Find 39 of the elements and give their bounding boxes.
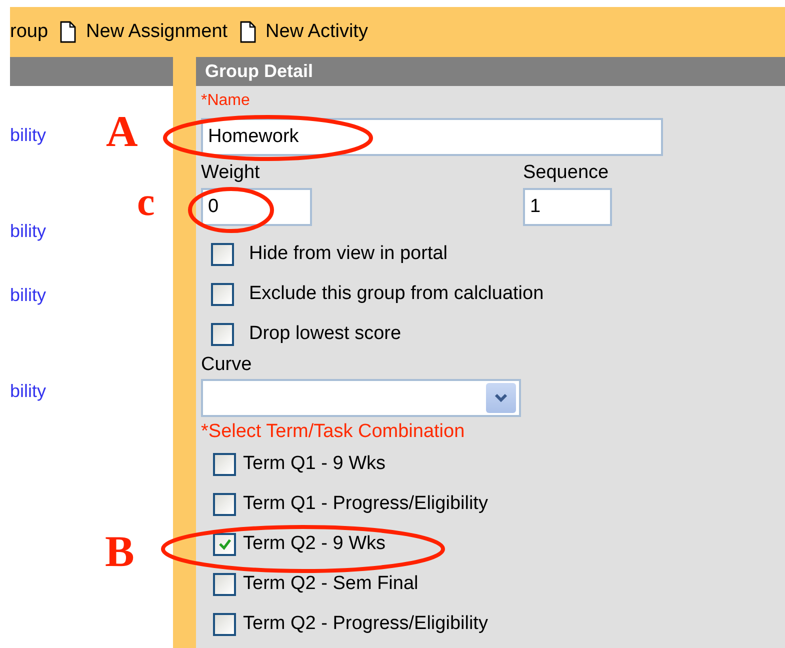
checkbox-label: Term Q2 - 9 Wks (243, 533, 386, 555)
panel-header: Group Detail (196, 57, 785, 86)
checkbox[interactable] (211, 322, 234, 346)
document-icon (60, 21, 76, 43)
annotation-letter: B (105, 530, 134, 574)
checkbox-label: Term Q2 - Progress/Eligibility (243, 613, 488, 635)
group-link[interactable]: bility (10, 284, 46, 306)
checkbox-label: Hide from view in portal (249, 243, 448, 265)
document-icon (240, 21, 256, 43)
field-label: Sequence (523, 162, 610, 184)
checkbox[interactable] (213, 532, 236, 556)
annotation-letter: c (137, 182, 155, 222)
chevron-down-icon (494, 393, 508, 403)
checkbox-label: Term Q1 - 9 Wks (243, 453, 386, 475)
group-link[interactable]: bility (10, 380, 46, 402)
group-link[interactable]: bility (10, 124, 46, 146)
annotation-letter: A (106, 110, 138, 154)
group-link[interactable]: bility (10, 220, 46, 242)
name-input[interactable]: Homework (201, 118, 663, 156)
field-label: Curve (201, 354, 252, 376)
checkbox-label: Term Q1 - Progress/Eligibility (243, 493, 488, 515)
toolbar-link[interactable]: New Activity (266, 21, 368, 43)
check-icon (218, 537, 232, 551)
checkbox[interactable] (213, 492, 236, 516)
checkbox-label: Exclude this group from calcluation (249, 283, 544, 305)
checkbox-label: Term Q2 - Sem Final (243, 573, 418, 595)
field-label: *Select Term/Task Combination (201, 421, 465, 443)
toolbar-link[interactable]: roup (10, 21, 48, 43)
checkbox[interactable] (211, 282, 234, 306)
checkbox[interactable] (213, 612, 236, 636)
checkbox[interactable] (213, 572, 236, 596)
checkbox[interactable] (211, 242, 234, 266)
checkbox-label: Drop lowest score (249, 323, 402, 345)
field-label: Weight (201, 162, 261, 184)
checkbox[interactable] (213, 452, 236, 476)
field-label: *Name (201, 92, 250, 110)
toolbar-link[interactable]: New Assignment (86, 21, 228, 43)
sequence-input[interactable]: 1 (523, 188, 612, 226)
weight-input[interactable]: 0 (201, 188, 312, 226)
